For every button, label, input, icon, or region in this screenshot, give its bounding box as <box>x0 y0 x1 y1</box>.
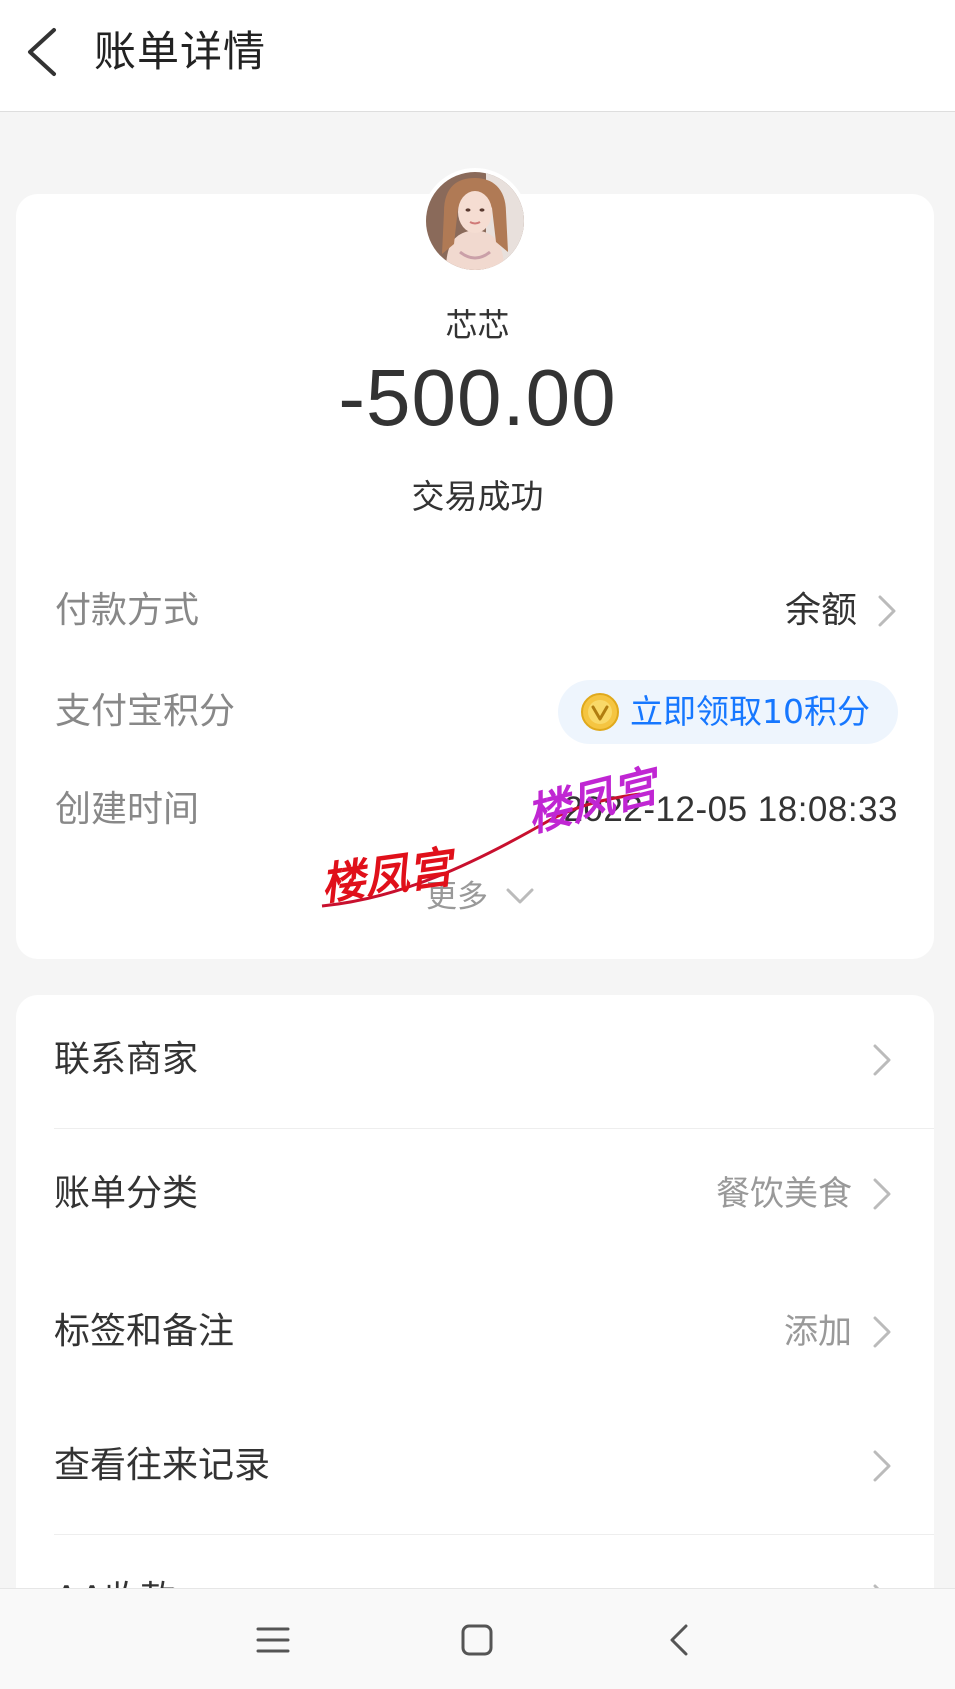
list-item-value: 餐饮美食 <box>716 1174 852 1214</box>
chevron-right-icon <box>873 1178 891 1210</box>
transaction-status: 交易成功 <box>411 477 544 516</box>
top-bar: 账单详情 <box>0 0 955 112</box>
menu-button[interactable] <box>248 1617 298 1663</box>
system-back-button[interactable] <box>656 1617 706 1663</box>
list-item-label: 标签和备注 <box>54 1311 235 1352</box>
list-item-bill-category[interactable]: 账单分类 餐饮美食 <box>16 1129 934 1259</box>
chevron-right-icon <box>873 1450 891 1482</box>
avatar[interactable] <box>422 168 528 274</box>
menu-icon <box>256 1627 290 1653</box>
home-button[interactable] <box>452 1617 502 1663</box>
system-nav-bar <box>0 1588 955 1689</box>
list-item-transaction-history[interactable]: 查看往来记录 <box>16 1401 934 1531</box>
chevron-down-icon <box>506 888 534 904</box>
chevron-left-icon <box>28 28 56 76</box>
avatar-portrait-icon <box>426 172 524 270</box>
list-item-label: 查看往来记录 <box>54 1445 271 1486</box>
back-button[interactable] <box>16 20 80 84</box>
points-coin-icon <box>581 693 619 731</box>
payment-method-label: 付款方式 <box>55 590 200 631</box>
page-title: 账单详情 <box>94 27 267 76</box>
list-item-contact-merchant[interactable]: 联系商家 <box>16 995 934 1125</box>
list-item-label: 账单分类 <box>54 1173 199 1214</box>
points-label: 支付宝积分 <box>55 691 236 732</box>
claim-points-text: 立即领取10积分 <box>630 692 870 731</box>
chevron-right-icon <box>873 1316 891 1348</box>
chevron-right-icon <box>873 1044 891 1076</box>
more-label: 更多 <box>426 879 488 915</box>
chevron-right-icon[interactable] <box>875 591 899 631</box>
created-time-label: 创建时间 <box>55 789 200 830</box>
list-item-label: 联系商家 <box>54 1039 199 1080</box>
transaction-amount: -500.00 <box>338 353 617 442</box>
payment-method-value[interactable]: 余额 <box>785 586 857 636</box>
list-item-value: 添加 <box>784 1312 852 1352</box>
bill-detail-page: 账单详情 芯芯 -500.00 交易成功 付款方式 余额 支付宝积分 立即领取1 <box>0 0 955 1689</box>
chevron-left-icon <box>670 1624 688 1656</box>
payee-name: 芯芯 <box>445 306 510 344</box>
claim-points-button[interactable]: 立即领取10积分 <box>558 680 898 744</box>
more-button[interactable]: 更多 <box>426 875 534 919</box>
home-square-icon <box>461 1624 493 1656</box>
created-time-value: 2022-12-05 18:08:33 <box>563 790 898 829</box>
actions-card: 联系商家 账单分类 餐饮美食 标签和备注 添加 查看往来记录 <box>16 995 934 1615</box>
list-item-tags-notes[interactable]: 标签和备注 添加 <box>16 1267 934 1397</box>
